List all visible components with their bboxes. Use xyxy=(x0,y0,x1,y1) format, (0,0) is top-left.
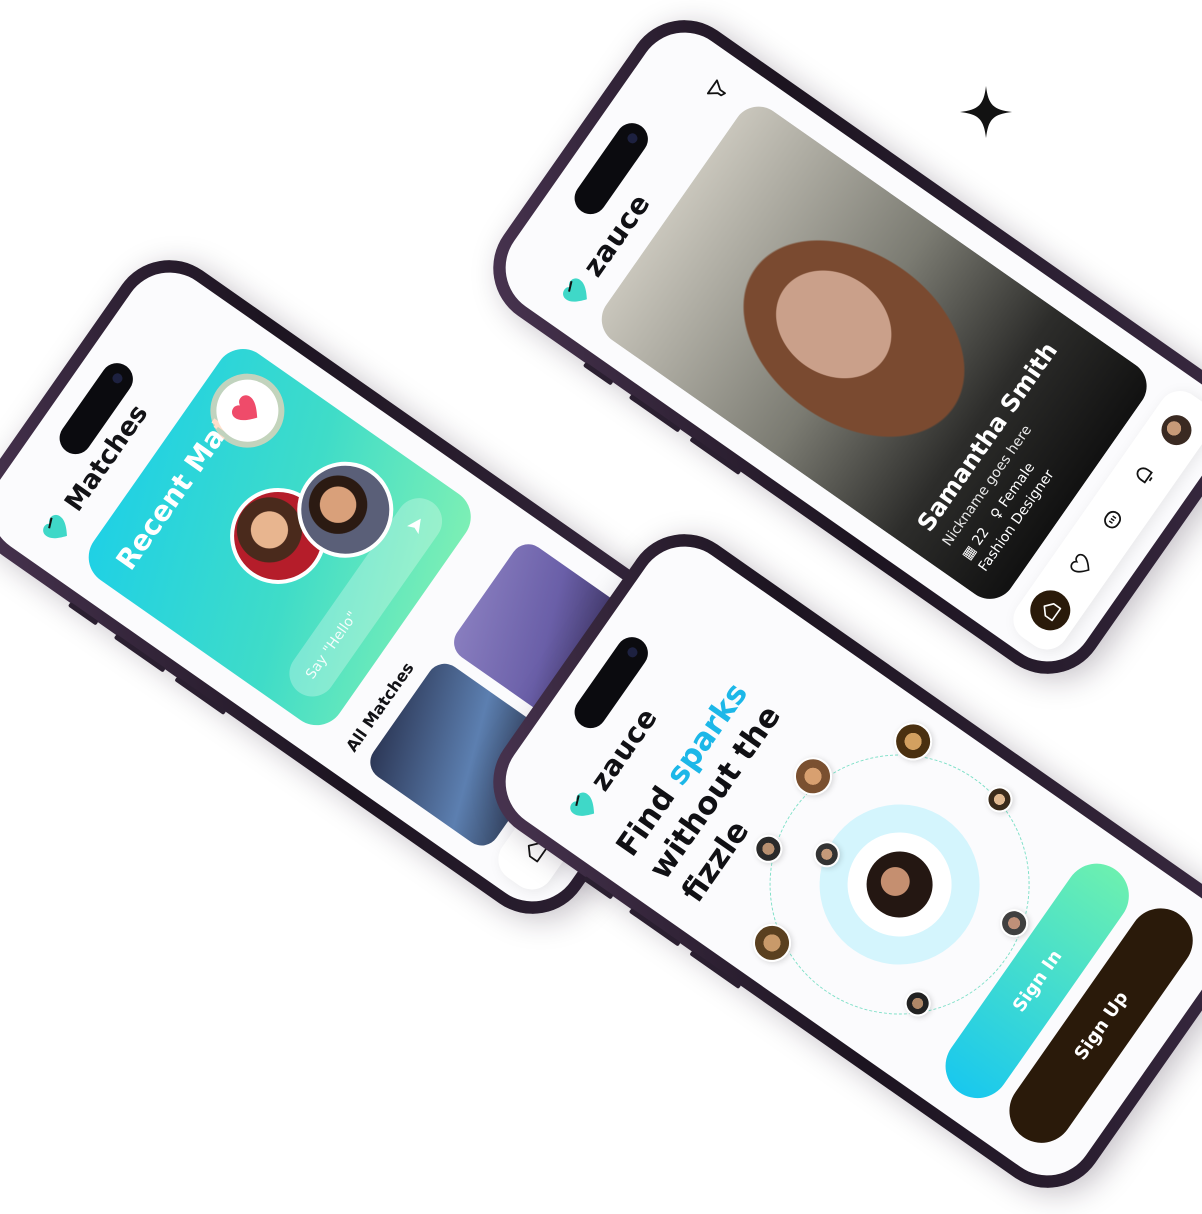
zauce-logo-icon xyxy=(43,514,67,539)
recent-match-card[interactable]: Recent Match Say "Hello" xyxy=(77,338,482,737)
cake-icon: ▦ xyxy=(959,543,980,564)
chat-icon[interactable] xyxy=(1086,492,1142,548)
zauce-logo-icon xyxy=(569,792,594,816)
send-icon[interactable] xyxy=(404,512,429,537)
sparkle-icon xyxy=(960,86,1012,138)
heart-icon[interactable] xyxy=(1054,538,1110,594)
filter-icon[interactable] xyxy=(702,75,733,106)
bell-icon[interactable] xyxy=(1117,447,1173,503)
heart-icon xyxy=(231,395,258,421)
zauce-logo-icon xyxy=(562,278,587,302)
profile-nav[interactable] xyxy=(1149,402,1202,458)
say-hello-placeholder: Say "Hello" xyxy=(302,608,362,683)
home-icon[interactable] xyxy=(1022,582,1078,639)
avatar xyxy=(1155,408,1198,451)
